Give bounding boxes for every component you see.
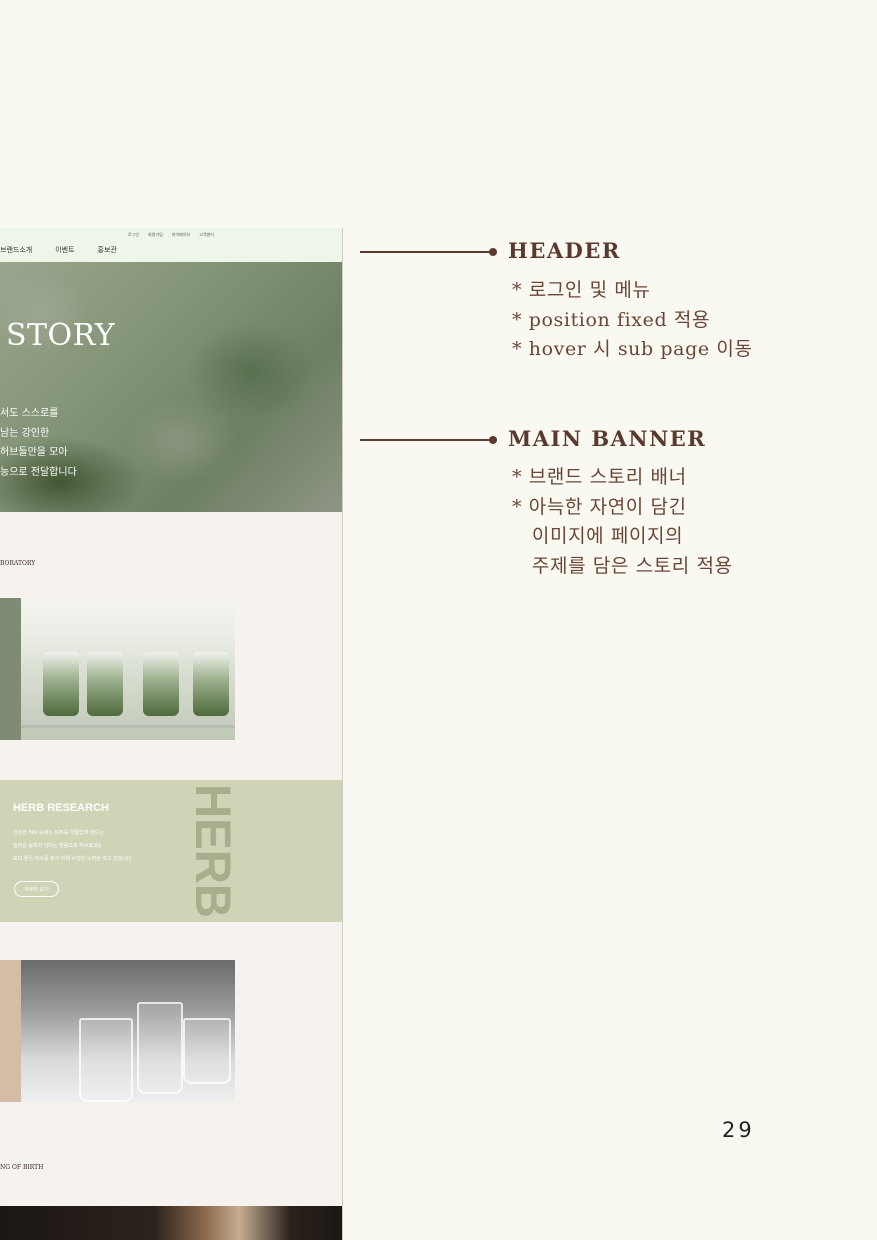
beaker-shape — [43, 652, 79, 716]
annotation-title: HEADER — [508, 238, 621, 263]
herb-research-section: HERB RESEARCH 건강한 허브 속에는 피부를 아름답게 만드는 놀라… — [0, 780, 342, 922]
herb-line: 건강한 허브 속에는 피부를 아름답게 만드는 — [13, 830, 104, 836]
lab-glassware-photo — [21, 960, 235, 1102]
banner-line: 능으로 전달합니다 — [0, 466, 77, 478]
herb-vertical-text: HERB — [190, 784, 238, 918]
banner-line: 허브들만을 모아 — [0, 447, 68, 458]
utility-menu: 로그인 회원가입 마이페이지 고객센터 — [128, 232, 214, 238]
herb-title: HERB RESEARCH — [13, 802, 109, 814]
section-label-birth: NG OF BIRTH — [0, 1164, 44, 1171]
nav-item-event[interactable]: 이벤트 — [55, 245, 74, 255]
lab-beakers-photo — [21, 598, 235, 740]
signup-link[interactable]: 회원가입 — [148, 232, 163, 238]
view-more-button[interactable]: 자세히 보기 — [14, 881, 59, 897]
glass-shape — [137, 1002, 183, 1094]
banner-line: 서도 스스로를 — [0, 408, 59, 419]
nav-item-brand[interactable]: 브랜드소개 — [0, 245, 32, 255]
beaker-shape — [87, 652, 123, 716]
annotation-title: MAIN BANNER — [508, 426, 707, 451]
annotation-item: 주제를 담은 스토리 적용 — [512, 554, 733, 577]
banner-title: STORY — [6, 318, 116, 353]
section-label-laboratory: BORATORY — [0, 560, 36, 567]
rack-shape — [21, 725, 235, 728]
website-mockup: 로그인 회원가입 마이페이지 고객센터 브랜드소개 이벤트 홍보관 STORY … — [0, 228, 343, 1240]
banner-text: 서도 스스로를 남는 강인한 허브들만을 모아 능으로 전달합니다 — [0, 404, 77, 482]
page-number: 29 — [722, 1118, 755, 1142]
nav-item-pr[interactable]: 홍보관 — [98, 245, 117, 255]
annotation-item: * 아늑한 자연이 담긴 — [512, 495, 687, 518]
main-nav: 브랜드소개 이벤트 홍보관 — [0, 245, 140, 255]
beaker-shape — [193, 652, 229, 716]
herb-line: 보다 좋은 허브를 찾기 위해 수많은 노력을 하고 있습니다 — [13, 856, 132, 862]
pointer-dot — [489, 248, 497, 256]
mypage-link[interactable]: 마이페이지 — [172, 232, 190, 238]
pointer-dot — [489, 436, 497, 444]
bottom-photo — [0, 1206, 342, 1240]
annotation-item: * 로그인 및 메뉴 — [512, 279, 651, 301]
support-link[interactable]: 고객센터 — [199, 232, 214, 238]
glass-shape — [183, 1018, 231, 1084]
main-banner: STORY 서도 스스로를 남는 강인한 허브들만을 모아 능으로 전달합니다 — [0, 262, 342, 512]
banner-line: 남는 강인한 — [0, 427, 50, 439]
herb-line: 놀라운 능력이 있다는 믿음으로 허브효과는 — [13, 843, 103, 849]
herb-text: 건강한 허브 속에는 피부를 아름답게 만드는 놀라운 능력이 있다는 믿음으로… — [13, 827, 132, 866]
accent-block-beige — [0, 960, 21, 1102]
herb-vertical-label: HERB — [190, 784, 238, 918]
annotation-item: * 브랜드 스토리 배너 — [512, 466, 687, 488]
annotation-list: * 로그인 및 메뉴 * position fixed 적용 * hover 시… — [512, 276, 753, 365]
pointer-line — [360, 439, 492, 441]
annotation-list: * 브랜드 스토리 배너 * 아늑한 자연이 담긴 이미지에 페이지의 주제를 … — [512, 463, 733, 581]
annotation-item: * hover 시 sub page 이동 — [512, 338, 753, 360]
annotation-item: 이미지에 페이지의 — [512, 525, 684, 547]
pointer-line — [360, 251, 492, 253]
glass-shape — [79, 1018, 133, 1102]
site-header: 로그인 회원가입 마이페이지 고객센터 브랜드소개 이벤트 홍보관 — [0, 228, 342, 262]
login-link[interactable]: 로그인 — [128, 232, 139, 238]
annotation-item: * position fixed 적용 — [512, 308, 711, 331]
beaker-shape — [143, 652, 179, 716]
annotation-header: HEADER * 로그인 및 메뉴 * position fixed 적용 * … — [360, 230, 860, 370]
accent-block-green — [0, 598, 21, 740]
annotation-main-banner: MAIN BANNER * 브랜드 스토리 배너 * 아늑한 자연이 담긴 이미… — [360, 418, 860, 598]
